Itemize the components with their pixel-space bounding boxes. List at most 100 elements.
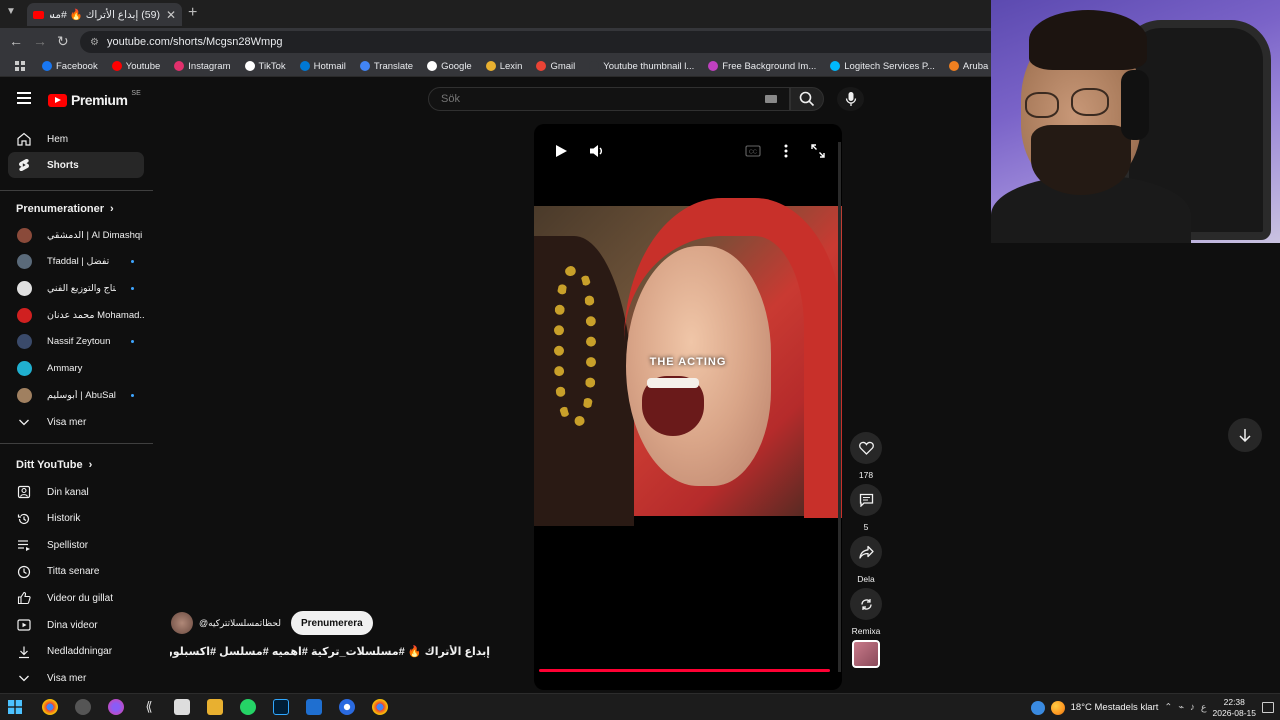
like-count: 178 — [858, 470, 874, 480]
sidebar-item-home[interactable]: Hem — [8, 126, 144, 152]
search-input[interactable] — [441, 93, 761, 105]
network-icon[interactable]: ⌁ — [1178, 702, 1184, 713]
windows-start-icon[interactable] — [8, 700, 22, 714]
site-info-icon[interactable]: ⚙ — [90, 37, 99, 48]
apps-icon[interactable] — [8, 61, 35, 71]
more-options-icon[interactable] — [777, 142, 795, 160]
sidebar-item-history[interactable]: Historik — [8, 506, 144, 532]
sidebar-subscription-item[interactable]: أبوسليم | AbuSalim — [8, 382, 144, 408]
like-button[interactable] — [850, 432, 882, 464]
next-video-button[interactable] — [1228, 418, 1262, 452]
file-explorer-icon[interactable] — [207, 699, 223, 715]
volume-icon[interactable] — [588, 142, 606, 160]
new-tab-icon[interactable]: + — [188, 4, 197, 22]
weather-text[interactable]: 18°C Mestadels klart — [1071, 702, 1159, 713]
sidebar-item-playlists[interactable]: Spellistor — [8, 532, 144, 558]
menu-icon[interactable] — [17, 92, 31, 104]
new-content-dot — [131, 393, 134, 397]
captions-icon[interactable]: CC — [744, 142, 762, 160]
chrome-profile-icon[interactable] — [372, 699, 388, 715]
bookmark-item[interactable]: Translate — [353, 61, 420, 72]
bookmark-item[interactable]: Youtube thumbnail l... — [582, 61, 701, 72]
back-icon[interactable]: ← — [9, 33, 23, 49]
sidebar-subscription-item[interactable]: ـال للإنتاج والتوزيع الفني — [8, 275, 144, 301]
youtube-premium-logo[interactable]: Premium SE — [48, 90, 141, 108]
bookmark-item[interactable]: Aruba — [942, 61, 995, 72]
help-icon[interactable] — [1030, 700, 1045, 715]
video-frame[interactable]: THE ACTING — [534, 198, 842, 526]
search-box — [428, 87, 790, 111]
capcut-icon[interactable] — [174, 699, 190, 715]
streamdeck-icon[interactable]: ⟪ — [141, 699, 157, 715]
subscriptions-heading[interactable]: Prenumerationer › — [16, 203, 114, 215]
bookmark-item[interactable]: Logitech Services P... — [823, 61, 942, 72]
sidebar-item-shorts[interactable]: Shorts — [8, 152, 144, 178]
sidebar-subscription-item[interactable]: Tfaddal | تفضل — [8, 249, 144, 275]
chrome-icon[interactable] — [42, 699, 58, 715]
tab-search-icon[interactable]: ▼ — [6, 6, 16, 17]
sidebar-subscription-item[interactable]: Nassif Zeytoun — [8, 329, 144, 355]
player-scrollbar[interactable] — [838, 142, 841, 672]
share-button[interactable] — [850, 536, 882, 568]
share-action: Dela — [850, 536, 882, 584]
search-button[interactable] — [790, 87, 824, 111]
liked-icon — [17, 591, 31, 605]
weather-icon[interactable] — [1050, 700, 1065, 715]
browser-app-icon[interactable] — [339, 699, 355, 715]
like-action: 178 — [850, 432, 882, 480]
channel-handle[interactable]: @لحظاتمسلسلاتتركيه — [199, 618, 281, 629]
omnibox[interactable]: ⚙ youtube.com/shorts/Mcgsn28Wmpg — [80, 31, 1000, 53]
tray-overflow-icon[interactable]: ⌃ — [1164, 702, 1172, 713]
bookmark-item[interactable]: Lexin — [479, 61, 530, 72]
bookmark-item[interactable]: Instagram — [167, 61, 237, 72]
close-tab-icon[interactable]: ✕ — [166, 8, 176, 22]
sidebar-item-your-videos[interactable]: Dina videor — [8, 612, 144, 638]
voice-search-button[interactable] — [837, 87, 864, 111]
sidebar-item-label: Visa mer — [47, 416, 87, 428]
remix-button[interactable] — [850, 588, 882, 620]
app-icon[interactable] — [306, 699, 322, 715]
browser-tab-active[interactable]: (59) إبداع الأتراك 🔥 #مسلسلات_ت... ✕ — [27, 3, 182, 26]
reload-icon[interactable]: ↻ — [57, 33, 69, 50]
shorts-player[interactable]: CC THE ACTING — [534, 124, 842, 690]
whatsapp-icon[interactable] — [240, 699, 256, 715]
sound-thumbnail[interactable] — [852, 640, 880, 668]
keyboard-layout-icon[interactable]: ع — [1201, 702, 1207, 713]
sidebar-item-channel[interactable]: Din kanal — [8, 479, 144, 505]
messenger-icon[interactable] — [108, 699, 124, 715]
fullscreen-icon[interactable] — [809, 142, 827, 160]
bookmark-item[interactable]: TikTok — [238, 61, 293, 72]
sidebar-divider — [0, 190, 153, 191]
show-more-subscriptions[interactable]: Visa mer — [8, 409, 144, 435]
channel-avatar — [17, 361, 32, 376]
arrow-down-icon — [1239, 429, 1251, 442]
video-title[interactable]: إبداع الأتراك 🔥 #مسلسلات_تركية #اهميه #م… — [170, 645, 490, 658]
obs-icon[interactable] — [75, 699, 91, 715]
keyboard-icon[interactable] — [765, 95, 777, 103]
bookmark-item[interactable]: Facebook — [35, 61, 105, 72]
bookmark-item[interactable]: Gmail — [529, 61, 582, 72]
bookmark-item[interactable]: Hotmail — [293, 61, 353, 72]
bookmark-item[interactable]: Youtube — [105, 61, 168, 72]
volume-tray-icon[interactable]: ♪ — [1190, 702, 1195, 713]
bookmark-item[interactable]: Google — [420, 61, 479, 72]
notifications-icon[interactable] — [1262, 702, 1274, 713]
sidebar-subscription-item[interactable]: Ammary — [8, 356, 144, 382]
subscribe-button[interactable]: Prenumerera — [290, 611, 373, 635]
video-progress-bar[interactable] — [539, 669, 831, 672]
clock[interactable]: 22:38 2026-08-15 — [1213, 697, 1256, 719]
your-youtube-heading[interactable]: Ditt YouTube › — [16, 459, 92, 471]
history-icon — [17, 512, 31, 526]
bookmark-item[interactable]: Free Background Im... — [701, 61, 823, 72]
sidebar-item-downloads[interactable]: Nedladdningar — [8, 639, 144, 665]
sidebar-item-liked[interactable]: Videor du gillat — [8, 585, 144, 611]
sidebar-subscription-item[interactable]: محمد عدنان Mohamad... — [8, 302, 144, 328]
sidebar-item-watch-later[interactable]: Titta senare — [8, 559, 144, 585]
channel-avatar[interactable] — [171, 612, 193, 634]
sidebar-item-chevron-down[interactable]: Visa mer — [8, 665, 144, 691]
comment-button[interactable] — [850, 484, 882, 516]
photoshop-icon[interactable] — [273, 699, 289, 715]
sidebar-subscription-item[interactable]: الدمشقي | Al Dimashqi — [8, 222, 144, 248]
forward-icon[interactable]: → — [33, 33, 47, 49]
play-icon[interactable] — [552, 142, 570, 160]
